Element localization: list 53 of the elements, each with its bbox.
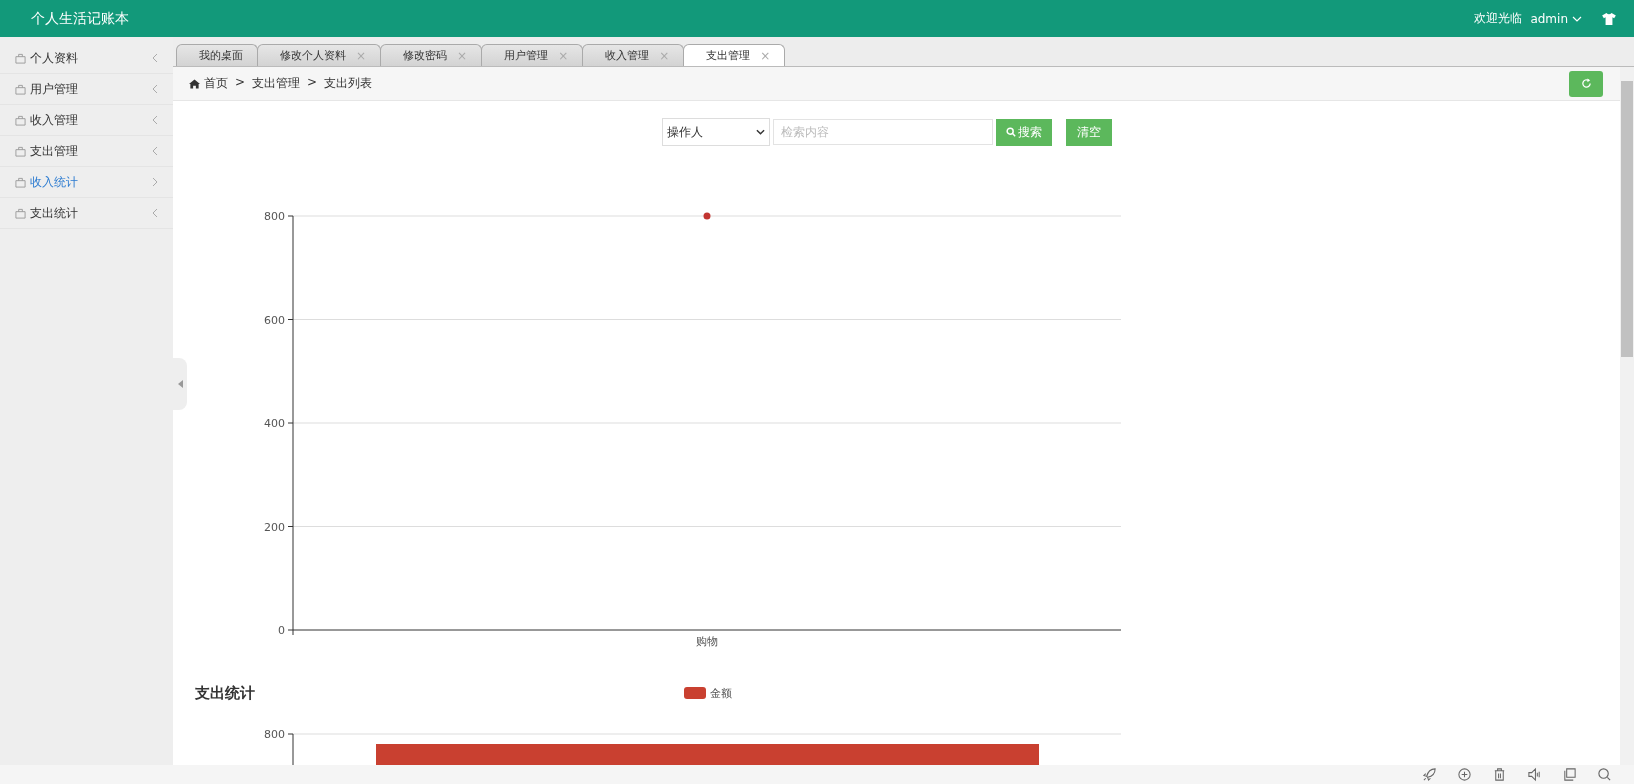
breadcrumb-link[interactable]: 首页: [204, 75, 228, 92]
bag-icon: [15, 176, 26, 188]
shirt-icon[interactable]: [1602, 12, 1616, 25]
search-field[interactable]: 检索内容: [772, 119, 993, 145]
bag-icon: [15, 145, 26, 157]
axis-tick-label: 600: [264, 313, 285, 327]
tab[interactable]: 支出管理 ×: [683, 44, 786, 66]
search-icon[interactable]: [1597, 767, 1612, 782]
axis-tick-label: 200: [264, 520, 285, 534]
breadcrumb-separator: >: [307, 75, 318, 91]
category-label: 购物: [696, 635, 718, 648]
speaker-icon[interactable]: [1527, 767, 1542, 782]
y-axis: [287, 733, 294, 765]
chart-title: 支出统计: [195, 683, 256, 703]
rocket-icon[interactable]: [1422, 767, 1437, 782]
app-title: 个人生活记账本: [31, 9, 129, 28]
field-select[interactable]: 操作人: [661, 118, 770, 146]
scrollbar[interactable]: [1620, 67, 1634, 765]
chevron-icon: [152, 177, 158, 187]
search-icon: [1005, 127, 1016, 137]
chevron-icon: [152, 53, 158, 63]
breadcrumb-separator: >: [235, 75, 246, 91]
axis-tick-label: 800: [264, 728, 285, 741]
tab[interactable]: 我的桌面: [176, 44, 258, 66]
chevron-icon: [152, 84, 158, 94]
window-icon[interactable]: [1562, 767, 1577, 782]
add-circle-icon[interactable]: [1457, 767, 1472, 782]
chevron-icon: [152, 208, 158, 218]
refresh-icon: [1580, 78, 1592, 89]
welcome-text: 欢迎光临: [1474, 10, 1523, 27]
breadcrumb-link[interactable]: 支出管理: [252, 75, 301, 92]
caret-icon: [755, 129, 765, 135]
legend-label: 金额: [710, 685, 732, 701]
chevron-icon: [152, 115, 158, 125]
axis-tick-label: 400: [264, 417, 285, 430]
axis-tick-label: 0: [278, 624, 285, 637]
caret-icon: [1572, 15, 1582, 22]
user-menu[interactable]: admin: [1530, 11, 1582, 26]
bag-icon: [15, 83, 26, 95]
bag-icon: [15, 114, 26, 126]
tab[interactable]: 修改个人资料 ×: [257, 44, 382, 66]
axis-tick-label: 800: [264, 210, 285, 223]
sidebar-collapse-handle[interactable]: [173, 358, 187, 410]
tab[interactable]: 用户管理 ×: [481, 44, 584, 66]
scrollbar-thumb[interactable]: [1621, 81, 1633, 357]
tab[interactable]: 修改密码 ×: [380, 44, 483, 66]
trash-icon[interactable]: [1492, 767, 1507, 782]
bag-icon: [15, 52, 26, 64]
bag-icon: [15, 207, 26, 219]
chevron-icon: [152, 146, 158, 156]
refresh-button[interactable]: [1569, 70, 1603, 97]
tab[interactable]: 收入管理 ×: [582, 44, 685, 66]
home-icon: [189, 78, 200, 89]
